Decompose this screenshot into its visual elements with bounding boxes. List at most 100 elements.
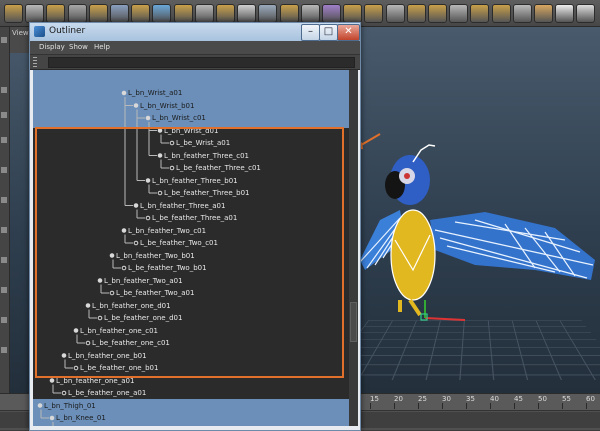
outliner-app-icon	[34, 26, 45, 37]
maximize-button[interactable]: □	[319, 24, 338, 41]
tool-icon[interactable]	[1, 257, 7, 263]
end-joint-icon	[109, 290, 115, 296]
tree-item-label[interactable]: L_bn_feather_Two_a01	[104, 277, 183, 285]
tree-item-label[interactable]: L_be_feather_Two_c01	[140, 239, 218, 247]
end-joint-icon	[169, 140, 175, 146]
menu-help[interactable]: Help	[94, 43, 110, 51]
joint-icon	[157, 153, 163, 158]
split-icon[interactable]	[343, 4, 363, 23]
end-joint-icon	[145, 215, 151, 221]
tree-item-label[interactable]: L_bn_feather_one_b01	[68, 352, 147, 360]
tree-item-label[interactable]: L_be_feather_one_c01	[92, 339, 170, 347]
wedge-icon[interactable]	[406, 4, 426, 23]
tree-item-label[interactable]: L_be_feather_Two_a01	[116, 289, 194, 297]
outliner-title-bar[interactable]: Outliner – □ ✕	[30, 23, 360, 41]
paint-icon[interactable]	[237, 4, 257, 23]
uv-icon[interactable]	[258, 4, 278, 23]
tree-item-label[interactable]: L_bn_Knee_01	[56, 414, 106, 422]
close-button[interactable]: ✕	[337, 24, 360, 41]
tree-item-label[interactable]: L_be_feather_one_b01	[80, 364, 158, 372]
extrude-icon[interactable]	[385, 4, 405, 23]
torus-icon[interactable]	[110, 4, 129, 23]
outliner-tree[interactable]: L_bn_Wrist_a01 L_bn_Wrist_b01 L_bn_Wrist_c…	[33, 70, 349, 426]
tree-item-label[interactable]: L_be_feather_Three_a01	[152, 214, 237, 222]
hypershade-icon[interactable]	[534, 4, 553, 23]
tree-item-label[interactable]: L_be_feather_one_a01	[68, 389, 146, 397]
tree-item-label[interactable]: L_bn_feather_one_c01	[80, 327, 158, 335]
tool-icon[interactable]	[1, 227, 7, 233]
tree-item-label[interactable]: L_bn_Wrist_b01	[140, 102, 194, 110]
joint-icon	[145, 115, 151, 121]
tree-item-label[interactable]: L_be_feather_Two_b01	[128, 264, 207, 272]
cone-icon[interactable]	[88, 4, 108, 23]
tree-item-label[interactable]: L_be_Wrist_a01	[176, 139, 230, 147]
merge-icon[interactable]	[449, 4, 469, 23]
render-icon[interactable]	[216, 4, 235, 23]
tree-item-label[interactable]: L_bn_feather_Two_b01	[116, 252, 195, 260]
filter-input[interactable]	[48, 57, 355, 68]
joint-icon	[97, 278, 103, 283]
cylinder-icon[interactable]	[46, 4, 66, 23]
menu-show[interactable]: Show	[69, 43, 88, 51]
scrollbar-thumb[interactable]	[350, 302, 357, 342]
parrot-model[interactable]	[355, 140, 600, 330]
tool-icon[interactable]	[1, 167, 7, 173]
time-tick: 30	[442, 395, 451, 409]
vertical-scrollbar[interactable]	[349, 70, 358, 426]
tool-icon[interactable]	[1, 137, 7, 143]
hierarchy-lines	[37, 90, 175, 426]
append-icon[interactable]	[470, 4, 490, 23]
joint-icon	[133, 103, 139, 108]
drag-grip-icon[interactable]	[33, 57, 37, 67]
bridge-icon[interactable]	[428, 4, 447, 23]
camera-icon[interactable]	[173, 4, 193, 23]
sphere-icon[interactable]	[25, 4, 45, 23]
joint-icon	[73, 328, 79, 333]
tree-item-label[interactable]: L_be_feather_one_d01	[104, 314, 182, 322]
time-tick: 15	[370, 395, 379, 409]
tool-icon[interactable]	[1, 287, 7, 293]
tool-icon[interactable]	[1, 37, 7, 43]
tree-item-label[interactable]: L_bn_feather_Three_b01	[152, 177, 238, 185]
tool-icon[interactable]	[1, 87, 7, 93]
checker-flag-icon[interactable]	[555, 4, 575, 23]
time-tick: 25	[418, 395, 427, 409]
minimize-button[interactable]: –	[301, 24, 320, 41]
poly-icon[interactable]	[322, 4, 341, 23]
tree-item-label[interactable]: L_bn_feather_one_d01	[92, 302, 171, 310]
tool-icon[interactable]	[1, 112, 7, 118]
tree-item-label[interactable]: L_be_feather_Three_c01	[176, 164, 261, 172]
end-joint-icon	[157, 190, 163, 196]
end-joint-icon	[97, 315, 103, 321]
time-tick: 60	[586, 395, 595, 409]
nurbs-icon[interactable]	[152, 4, 172, 23]
joint-icon	[61, 353, 67, 358]
fill-icon[interactable]	[491, 4, 511, 23]
tool-icon[interactable]	[1, 317, 7, 323]
checker-icon[interactable]	[300, 4, 320, 23]
end-joint-icon	[169, 165, 175, 171]
tree-item-label[interactable]: L_bn_Wrist_d01	[164, 127, 218, 135]
tree-item-label[interactable]: L_bn_feather_Three_a01	[140, 202, 225, 210]
render-settings-icon[interactable]	[512, 4, 532, 23]
end-joint-icon	[121, 265, 127, 271]
cube-icon[interactable]	[4, 4, 23, 23]
tool-icon[interactable]	[1, 197, 7, 203]
outliner-window[interactable]: Outliner – □ ✕ Display Show Help L_bn_Wr…	[29, 22, 361, 431]
bevel-icon[interactable]	[364, 4, 384, 23]
texture-icon[interactable]	[279, 4, 299, 23]
menu-display[interactable]: Display	[39, 43, 65, 51]
tool-icon[interactable]	[1, 347, 7, 353]
curve-icon[interactable]	[131, 4, 151, 23]
plane-icon[interactable]	[67, 4, 87, 23]
tree-item-label[interactable]: L_bn_feather_Three_c01	[164, 152, 249, 160]
tree-item-label[interactable]: L_bn_Thigh_01	[44, 402, 96, 410]
tree-item-label[interactable]: L_bn_Wrist_a01	[128, 89, 182, 97]
tree-item-label[interactable]: L_bn_feather_one_a01	[56, 377, 134, 385]
tree-item-label[interactable]: L_be_feather_Three_b01	[164, 189, 249, 197]
tree-item-label[interactable]: L_bn_Wrist_c01	[152, 114, 206, 122]
tree-item-label[interactable]: L_bn_feather_Two_c01	[128, 227, 206, 235]
checker-flag-alt-icon[interactable]	[576, 4, 596, 23]
manipulator-axes[interactable]	[420, 300, 466, 321]
light-icon[interactable]	[194, 4, 214, 23]
